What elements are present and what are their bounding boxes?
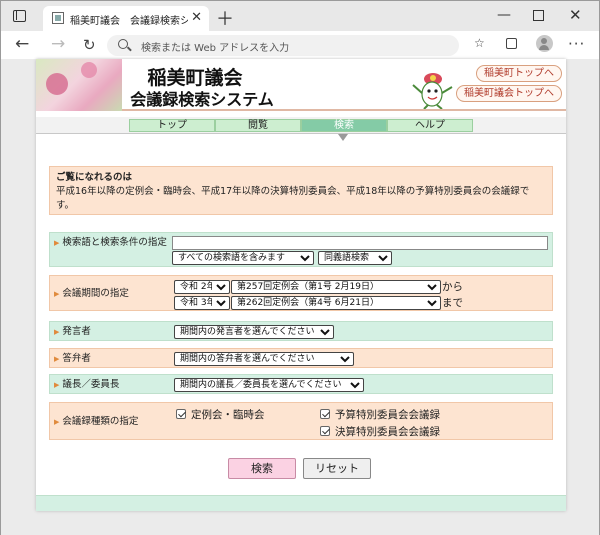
keyword-label: ▶ 検索語と検索条件の指定	[54, 237, 167, 248]
navigation-bar: ← → ↻ 検索または Web アドレスを入力 ☆ ···	[1, 31, 599, 59]
checkbox-checked-icon[interactable]	[176, 409, 186, 419]
bullet-arrow-icon: ▶	[54, 290, 60, 298]
answerer-label: ▶ 答弁者	[54, 353, 91, 364]
answerer-select[interactable]: 期間内の答弁者を選んでください	[174, 352, 354, 366]
site-favicon-icon	[52, 12, 64, 24]
back-icon[interactable]: ←	[15, 34, 29, 54]
active-menu-pointer-icon	[338, 134, 348, 141]
keyword-input[interactable]	[172, 236, 548, 250]
speaker-select[interactable]: 期間内の発言者を選んでください	[174, 325, 334, 339]
notice-title: ご覧になれるのは	[56, 172, 133, 183]
mascot-icon	[412, 73, 453, 109]
menu-item-search[interactable]: 検索	[301, 119, 387, 132]
more-icon[interactable]: ···	[568, 35, 585, 53]
speaker-row: ▶ 発言者 期間内の発言者を選んでください	[49, 321, 553, 341]
forward-icon[interactable]: →	[51, 34, 65, 54]
checkbox-budget-committee[interactable]: 予算特別委員会会議録	[320, 407, 440, 422]
to-year-select[interactable]: 令和 3年	[174, 296, 230, 310]
bullet-arrow-icon: ▶	[54, 355, 60, 363]
cosmos-flower-image	[36, 59, 122, 111]
checkbox-checked-icon[interactable]	[320, 409, 330, 419]
minimize-icon[interactable]: —	[497, 7, 511, 23]
site-container: 稲美町議会 会議録検索システム 稲美町トップへ 稲美町議会トップへ トップ 閲覧…	[36, 59, 566, 511]
council-top-link[interactable]: 稲美町議会トップへ	[456, 85, 562, 102]
address-placeholder: 検索または Web アドレスを入力	[141, 43, 290, 54]
checkbox-settlement-committee[interactable]: 決算特別委員会会議録	[320, 424, 440, 439]
main-menu: トップ 閲覧 検索 ヘルプ	[36, 117, 566, 134]
tab-bar: 稲美町議会 会議録検索システム ✕ ＋ — ✕	[1, 1, 599, 31]
checkbox-regular-meeting[interactable]: 定例会・臨時会	[176, 407, 265, 422]
bullet-arrow-icon: ▶	[54, 381, 60, 389]
profile-icon[interactable]	[536, 35, 553, 52]
search-button[interactable]: 検索	[228, 458, 296, 479]
meeting-type-row: ▶ 会議録種類の指定 定例会・臨時会 予算特別委員会会議録 決算特別委員会会議録	[49, 402, 553, 440]
answerer-row: ▶ 答弁者 期間内の答弁者を選んでください	[49, 348, 553, 368]
maximize-icon[interactable]	[533, 10, 544, 21]
meeting-type-label: ▶ 会議録種類の指定	[54, 416, 139, 427]
close-icon[interactable]: ✕	[191, 10, 202, 25]
town-top-link[interactable]: 稲美町トップへ	[476, 65, 562, 82]
reset-button[interactable]: リセット	[303, 458, 371, 479]
bullet-arrow-icon: ▶	[54, 328, 60, 336]
from-suffix: から	[442, 281, 463, 293]
browser-window: 稲美町議会 会議録検索システム ✕ ＋ — ✕ ← → ↻ 検索または Web …	[0, 0, 600, 535]
refresh-icon[interactable]: ↻	[83, 36, 96, 54]
notice-body: 平成16年以降の定例会・臨時会、平成17年以降の決算特別委員会、平成18年以降の…	[56, 186, 530, 211]
tab-title: 稲美町議会 会議録検索システム	[70, 16, 188, 27]
speaker-label: ▶ 発言者	[54, 326, 91, 337]
period-row: ▶ 会議期間の指定 令和 2年 第257回定例会（第1号 2月19日） から 令和…	[49, 275, 553, 311]
page-footer	[36, 495, 566, 511]
period-label: ▶ 会議期間の指定	[54, 288, 129, 299]
search-icon	[118, 39, 128, 49]
window-menu-icon[interactable]	[13, 10, 26, 22]
collections-icon[interactable]	[506, 38, 517, 49]
new-tab-icon[interactable]: ＋	[216, 5, 234, 31]
browser-tab[interactable]: 稲美町議会 会議録検索システム ✕	[43, 6, 209, 31]
keyword-row: ▶ 検索語と検索条件の指定 すべての検索語を含みます 同義語検索	[49, 232, 553, 267]
site-header: 稲美町議会 会議録検索システム 稲美町トップへ 稲美町議会トップへ	[36, 59, 566, 111]
menu-item-help[interactable]: ヘルプ	[387, 119, 473, 132]
search-condition-select[interactable]: すべての検索語を含みます	[172, 251, 314, 265]
chair-label: ▶ 議長／委員長	[54, 379, 120, 390]
menu-item-top[interactable]: トップ	[129, 119, 215, 132]
site-subtitle: 会議録検索システム	[130, 90, 274, 109]
favorites-icon[interactable]: ☆	[474, 36, 486, 50]
from-meeting-select[interactable]: 第257回定例会（第1号 2月19日）	[231, 280, 441, 294]
page-viewport: 稲美町議会 会議録検索システム 稲美町トップへ 稲美町議会トップへ トップ 閲覧…	[1, 59, 599, 535]
address-bar[interactable]: 検索または Web アドレスを入力	[107, 35, 459, 56]
from-year-select[interactable]: 令和 2年	[174, 280, 230, 294]
chair-select[interactable]: 期間内の議長／委員長を選んでください	[174, 378, 364, 392]
checkbox-checked-icon[interactable]	[320, 426, 330, 436]
bullet-arrow-icon: ▶	[54, 239, 60, 247]
to-suffix: まで	[442, 297, 463, 309]
availability-notice: ご覧になれるのは 平成16年以降の定例会・臨時会、平成17年以降の決算特別委員会…	[49, 166, 553, 215]
menu-item-browse[interactable]: 閲覧	[215, 119, 301, 132]
window-close-icon[interactable]: ✕	[569, 6, 582, 24]
synonym-search-select[interactable]: 同義語検索	[318, 251, 392, 265]
to-meeting-select[interactable]: 第262回定例会（第4号 6月21日）	[231, 296, 441, 310]
bullet-arrow-icon: ▶	[54, 418, 60, 426]
chair-row: ▶ 議長／委員長 期間内の議長／委員長を選んでください	[49, 374, 553, 394]
